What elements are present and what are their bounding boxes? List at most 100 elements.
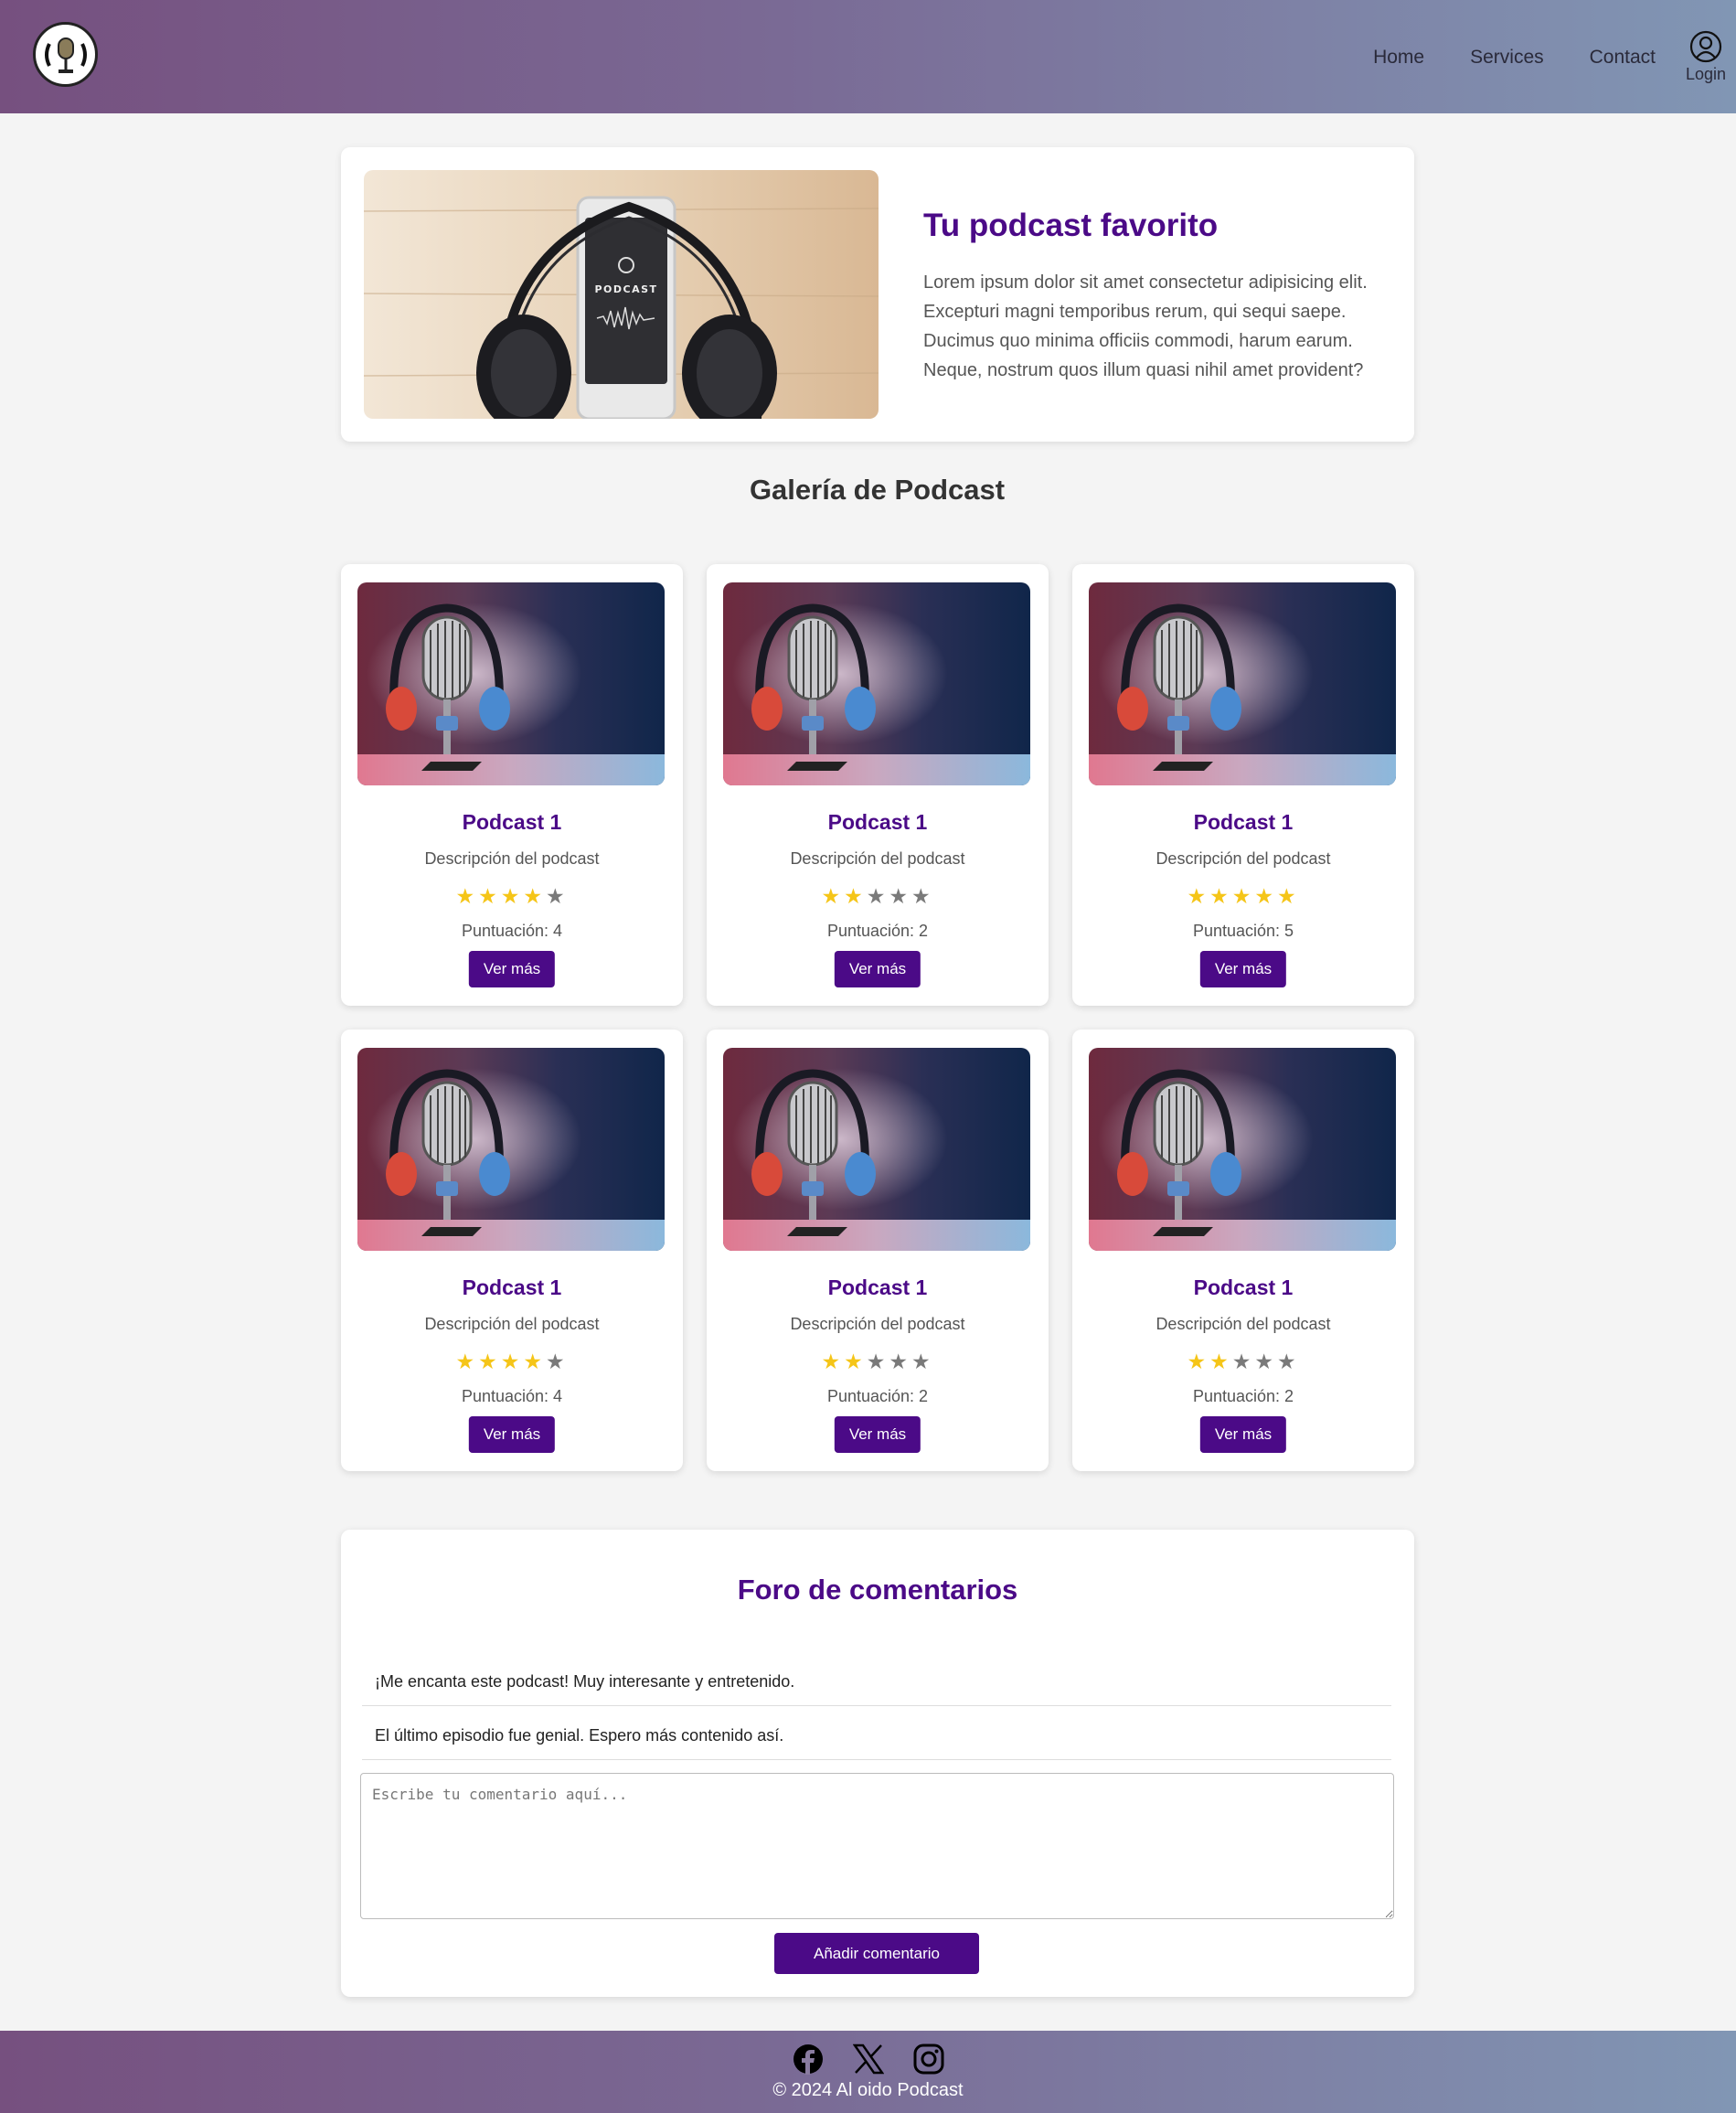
ver-mas-button[interactable]: Ver más <box>1199 951 1287 987</box>
star-rating: ★★★★★ <box>707 1350 1049 1374</box>
star-filled-icon: ★ <box>478 884 501 908</box>
x-icon[interactable] <box>852 2044 884 2079</box>
podcast-image <box>1089 1048 1396 1251</box>
ver-mas-button[interactable]: Ver más <box>468 951 556 987</box>
star-rating: ★★★★★ <box>1072 1350 1414 1374</box>
comment-item: ¡Me encanta este podcast! Muy interesant… <box>362 1652 1391 1706</box>
podcast-image <box>723 1048 1030 1251</box>
podcast-title: Podcast 1 <box>827 1275 928 1299</box>
star-empty-icon: ★ <box>545 884 569 908</box>
podcast-description: Descripción del podcast <box>424 849 600 868</box>
ver-mas-button[interactable]: Ver más <box>468 1416 556 1453</box>
instagram-icon[interactable] <box>913 2044 944 2079</box>
hero-image-podcast-label: PODCAST <box>594 283 657 295</box>
star-rating: ★★★★★ <box>341 1350 683 1374</box>
podcast-score: Puntuación: 5 <box>1192 922 1294 940</box>
star-rating: ★★★★★ <box>1072 884 1414 909</box>
star-empty-icon: ★ <box>1276 1350 1300 1373</box>
main-nav: Home Services Contact Login <box>1373 0 1736 113</box>
star-rating: ★★★★★ <box>341 884 683 909</box>
podcast-title: Podcast 1 <box>1193 810 1294 834</box>
podcast-title: Podcast 1 <box>462 1275 562 1299</box>
star-filled-icon: ★ <box>1276 884 1300 908</box>
copyright-text: © 2024 Al oido Podcast <box>772 2080 964 2100</box>
site-footer: © 2024 Al oido Podcast <box>0 2031 1736 2113</box>
star-filled-icon: ★ <box>455 1350 479 1373</box>
star-filled-icon: ★ <box>500 884 524 908</box>
hero-text: Tu podcast favorito Lorem ipsum dolor si… <box>923 208 1399 385</box>
star-empty-icon: ★ <box>545 1350 569 1373</box>
podcast-score: Puntuación: 2 <box>1192 1387 1294 1405</box>
star-filled-icon: ★ <box>478 1350 501 1373</box>
podcast-description: Descripción del podcast <box>1156 1315 1331 1333</box>
star-filled-icon: ★ <box>523 1350 546 1373</box>
star-empty-icon: ★ <box>911 884 934 908</box>
star-empty-icon: ★ <box>889 884 911 908</box>
ver-mas-button[interactable]: Ver más <box>834 1416 921 1453</box>
star-empty-icon: ★ <box>1254 1350 1277 1373</box>
star-filled-icon: ★ <box>844 884 867 908</box>
podcast-image <box>357 582 665 785</box>
podcast-card: Podcast 1 Descripción del podcast ★★★★★ … <box>1072 1030 1414 1471</box>
podcast-score: Puntuación: 4 <box>461 922 563 940</box>
podcast-description: Descripción del podcast <box>790 1315 965 1333</box>
podcast-description: Descripción del podcast <box>1156 849 1331 868</box>
nav-services[interactable]: Services <box>1470 47 1544 69</box>
forum-title: Foro de comentarios <box>737 1574 1018 1606</box>
star-empty-icon: ★ <box>911 1350 934 1373</box>
site-header: Home Services Contact Login <box>0 0 1736 113</box>
podcast-image <box>1089 582 1396 785</box>
nav-contact[interactable]: Contact <box>1590 47 1656 69</box>
login-button[interactable]: Login <box>1683 30 1729 84</box>
star-filled-icon: ★ <box>821 1350 845 1373</box>
star-empty-icon: ★ <box>1231 1350 1255 1373</box>
star-filled-icon: ★ <box>1209 884 1232 908</box>
podcast-description: Descripción del podcast <box>790 849 965 868</box>
star-filled-icon: ★ <box>1209 1350 1232 1373</box>
podcast-title: Podcast 1 <box>827 810 928 834</box>
star-empty-icon: ★ <box>866 1350 889 1373</box>
comment-forum: Foro de comentarios ¡Me encanta este pod… <box>341 1530 1414 1997</box>
star-filled-icon: ★ <box>455 884 479 908</box>
nav-home[interactable]: Home <box>1373 47 1424 69</box>
podcast-image <box>357 1048 665 1251</box>
facebook-icon[interactable] <box>793 2044 824 2079</box>
podcast-card: Podcast 1 Descripción del podcast ★★★★★ … <box>341 1030 683 1471</box>
podcast-title: Podcast 1 <box>462 810 562 834</box>
gallery-title: Galería de Podcast <box>749 474 1006 506</box>
comment-input[interactable] <box>360 1773 1394 1919</box>
social-links <box>0 2044 1736 2079</box>
podcast-score: Puntuación: 4 <box>461 1387 563 1405</box>
star-rating: ★★★★★ <box>707 884 1049 909</box>
logo[interactable] <box>33 22 98 87</box>
podcast-score: Puntuación: 2 <box>826 922 929 940</box>
star-filled-icon: ★ <box>1231 884 1255 908</box>
ver-mas-button[interactable]: Ver más <box>1199 1416 1287 1453</box>
star-empty-icon: ★ <box>866 884 889 908</box>
hero-card: PODCAST Tu podcast favorito Lorem ipsum … <box>341 147 1414 442</box>
add-comment-button[interactable]: Añadir comentario <box>774 1933 979 1974</box>
star-filled-icon: ★ <box>844 1350 867 1373</box>
ver-mas-button[interactable]: Ver más <box>834 951 921 987</box>
podcast-card: Podcast 1 Descripción del podcast ★★★★★ … <box>341 564 683 1006</box>
star-filled-icon: ★ <box>821 884 845 908</box>
star-filled-icon: ★ <box>1254 884 1277 908</box>
podcast-title: Podcast 1 <box>1193 1275 1294 1299</box>
podcast-card: Podcast 1 Descripción del podcast ★★★★★ … <box>707 564 1049 1006</box>
star-filled-icon: ★ <box>1187 1350 1210 1373</box>
hero-title: Tu podcast favorito <box>923 208 1219 243</box>
hero-body: Lorem ipsum dolor sit amet consectetur a… <box>923 272 1368 380</box>
comment-item: El último episodio fue genial. Espero má… <box>362 1706 1391 1760</box>
hero-image: PODCAST <box>364 170 879 419</box>
star-filled-icon: ★ <box>1187 884 1210 908</box>
podcast-score: Puntuación: 2 <box>826 1387 929 1405</box>
star-empty-icon: ★ <box>889 1350 911 1373</box>
star-filled-icon: ★ <box>523 884 546 908</box>
podcast-image <box>723 582 1030 785</box>
user-icon <box>1689 30 1722 62</box>
login-label: Login <box>1685 64 1727 83</box>
microphone-logo-icon <box>44 37 87 73</box>
star-filled-icon: ★ <box>500 1350 524 1373</box>
podcast-card: Podcast 1 Descripción del podcast ★★★★★ … <box>707 1030 1049 1471</box>
podcast-description: Descripción del podcast <box>424 1315 600 1333</box>
